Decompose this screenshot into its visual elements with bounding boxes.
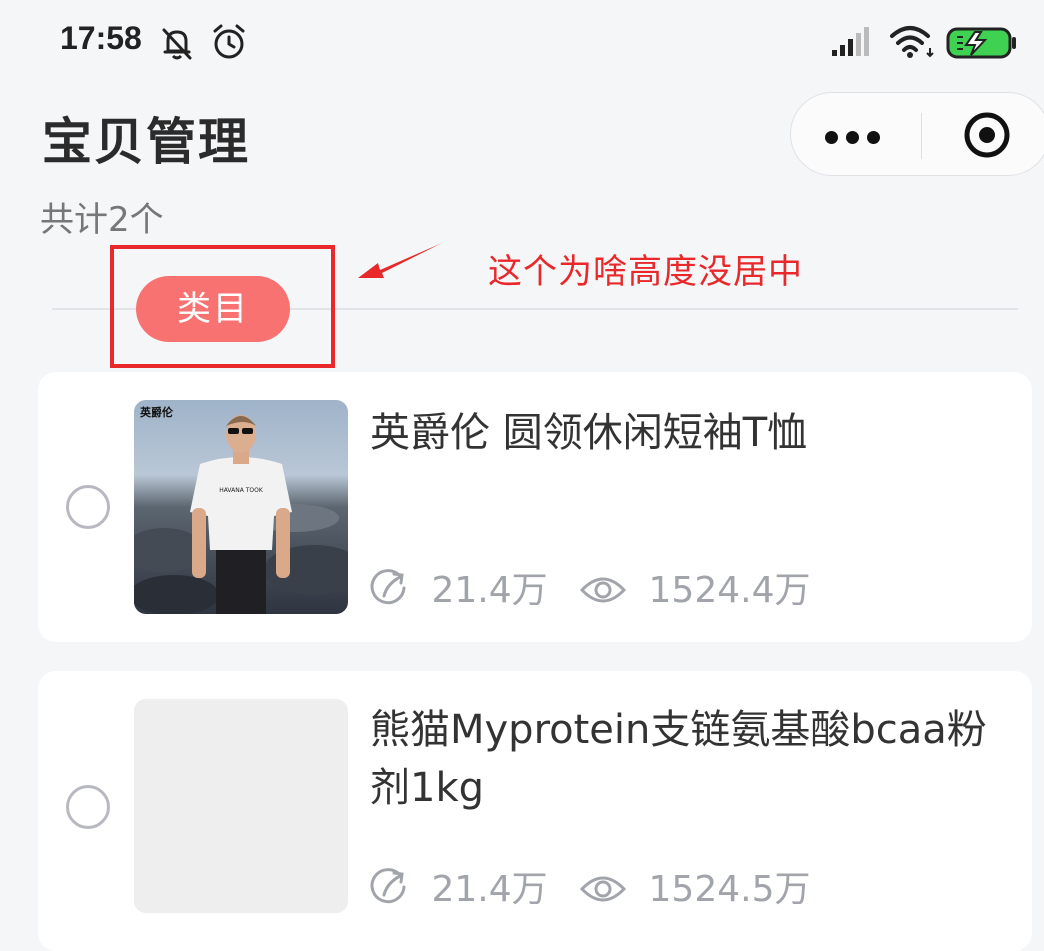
view-count: 1524.4万 bbox=[648, 570, 811, 611]
wifi-icon bbox=[888, 22, 936, 64]
product-card[interactable]: HAVANA TOOK 英爵伦 英爵伦 圆领休闲短袖T恤 21.4万 1524.… bbox=[38, 372, 1032, 642]
product-card[interactable]: 熊猫Myprotein支链氨基酸bcaa粉剂1kg 21.4万 1524.5万 bbox=[38, 671, 1032, 951]
alarm-icon bbox=[210, 22, 248, 66]
eye-icon bbox=[579, 570, 638, 611]
share-count: 21.4万 bbox=[431, 570, 548, 611]
product-name: 熊猫Myprotein支链氨基酸bcaa粉剂1kg bbox=[370, 707, 987, 811]
svg-text:HAVANA TOOK: HAVANA TOOK bbox=[219, 487, 264, 494]
annotation-highlight-box bbox=[110, 245, 335, 368]
thumb-brand-logo: 英爵伦 bbox=[140, 406, 173, 419]
annotation-text: 这个为啥高度没居中 bbox=[488, 252, 803, 292]
battery-charging-icon bbox=[945, 26, 1019, 64]
select-radio[interactable] bbox=[66, 485, 110, 529]
product-stats: 21.4万 1524.5万 bbox=[370, 864, 811, 914]
total-count: 共计2个 bbox=[40, 200, 164, 240]
eye-icon bbox=[579, 869, 638, 910]
more-dots-icon[interactable] bbox=[819, 113, 899, 157]
capsule-divider bbox=[921, 113, 922, 159]
product-image[interactable]: HAVANA TOOK 英爵伦 bbox=[134, 400, 348, 614]
close-target-icon[interactable] bbox=[963, 111, 1011, 159]
select-radio[interactable] bbox=[66, 785, 110, 829]
signal-icon bbox=[830, 26, 874, 62]
product-name: 英爵伦 圆领休闲短袖T恤 bbox=[370, 410, 808, 456]
page-title: 宝贝管理 bbox=[42, 113, 250, 171]
share-icon bbox=[370, 569, 421, 611]
share-count: 21.4万 bbox=[431, 869, 548, 910]
product-image-placeholder[interactable] bbox=[134, 699, 348, 913]
miniprogram-capsule bbox=[790, 92, 1044, 176]
view-count: 1524.5万 bbox=[648, 869, 811, 910]
product-stats: 21.4万 1524.4万 bbox=[370, 565, 811, 615]
share-icon bbox=[370, 868, 421, 910]
status-bar: 17:58 bbox=[0, 0, 1044, 84]
annotation-arrow-icon bbox=[352, 240, 448, 288]
status-time: 17:58 bbox=[60, 20, 142, 56]
mute-bell-icon bbox=[158, 24, 196, 66]
